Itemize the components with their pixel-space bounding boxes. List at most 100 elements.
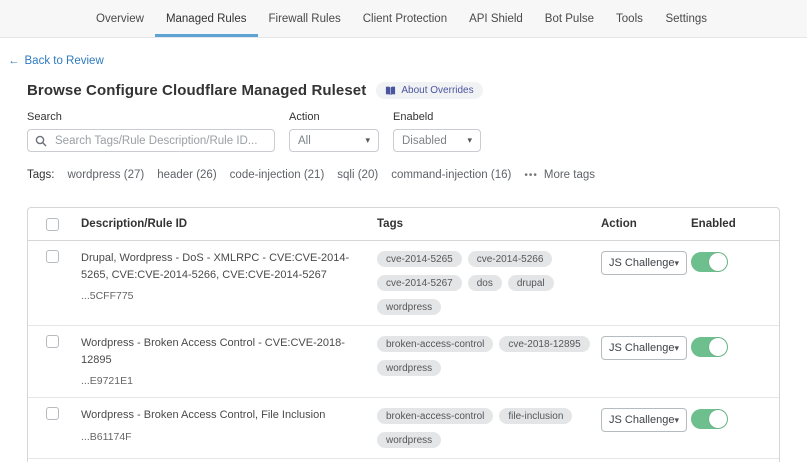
rule-id: ...B61174F bbox=[81, 431, 377, 443]
row-checkbox-cell bbox=[28, 407, 81, 420]
rule-id: ...E9721E1 bbox=[81, 375, 377, 387]
more-tags-link[interactable]: ••• More tags bbox=[524, 169, 595, 181]
rule-tags-cell: broken-access-control cve-2018-12895 wordp… bbox=[377, 336, 601, 376]
row-checkbox-cell bbox=[28, 250, 81, 263]
tag-pill: cve-2018-12895 bbox=[499, 336, 589, 352]
book-icon bbox=[385, 86, 396, 96]
rule-enabled-cell bbox=[691, 250, 777, 272]
tab-firewall-rules[interactable]: Firewall Rules bbox=[258, 0, 352, 37]
chevron-down-icon: ▾ bbox=[674, 415, 679, 426]
rule-tags-cell: broken-access-control file-inclusion wordp… bbox=[377, 408, 601, 448]
table-body: Drupal, Wordpress - DoS - XMLRPC - CVE:C… bbox=[28, 241, 779, 462]
search-label: Search bbox=[27, 111, 275, 123]
action-select[interactable]: JS Challenge▾ bbox=[601, 336, 687, 360]
col-header-description: Description/Rule ID bbox=[81, 218, 377, 230]
action-filter-value: All bbox=[298, 135, 311, 147]
tag-filter-wordpress-27[interactable]: wordpress (27) bbox=[68, 169, 145, 181]
tab-client-protection[interactable]: Client Protection bbox=[352, 0, 458, 37]
action-select[interactable]: JS Challenge▾ bbox=[601, 251, 687, 275]
enabled-toggle[interactable] bbox=[691, 252, 728, 272]
action-select[interactable]: JS Challenge▾ bbox=[601, 408, 687, 432]
chevron-down-icon: ▾ bbox=[365, 135, 370, 146]
action-select-value: JS Challenge bbox=[609, 257, 674, 269]
rule-description: Wordpress - Broken Access Control - CVE:… bbox=[81, 335, 377, 368]
page-header: Browse Configure Cloudflare Managed Rule… bbox=[27, 82, 807, 99]
tags-bar-label: Tags: bbox=[27, 169, 55, 181]
col-header-tags: Tags bbox=[377, 218, 601, 230]
rule-enabled-cell bbox=[691, 407, 777, 429]
ellipsis-icon: ••• bbox=[524, 170, 538, 181]
enabled-toggle[interactable] bbox=[691, 337, 728, 357]
chevron-down-icon: ▾ bbox=[467, 135, 472, 146]
tag-filter-links: wordpress (27) header (26) code-injection … bbox=[68, 169, 512, 181]
row-checkbox[interactable] bbox=[46, 335, 59, 348]
tab-tools[interactable]: Tools bbox=[605, 0, 654, 37]
more-tags-label: More tags bbox=[544, 169, 595, 181]
about-overrides-badge[interactable]: About Overrides bbox=[376, 82, 482, 99]
col-header-enabled: Enabled bbox=[691, 218, 777, 230]
toggle-knob bbox=[709, 338, 727, 356]
tag-pill: drupal bbox=[508, 275, 554, 291]
row-checkbox[interactable] bbox=[46, 407, 59, 420]
rule-description-cell: Drupal, Wordpress - DoS - XMLRPC - CVE:C… bbox=[81, 250, 377, 302]
enabled-filter-select[interactable]: Disabled ▾ bbox=[393, 129, 481, 152]
toggle-knob bbox=[709, 253, 727, 271]
rule-action-cell: JS Challenge▾ bbox=[601, 335, 691, 360]
select-all-checkbox[interactable] bbox=[46, 218, 59, 231]
action-filter-group: Action All ▾ bbox=[289, 111, 379, 152]
rule-description: Wordpress - Broken Access Control, File … bbox=[81, 407, 377, 424]
table-row: Wordpress - Broken Access Control - CVE:… bbox=[28, 326, 779, 398]
tag-pill: file-inclusion bbox=[499, 408, 572, 424]
rule-enabled-cell bbox=[691, 335, 777, 357]
col-header-action: Action bbox=[601, 218, 691, 230]
chevron-down-icon: ▾ bbox=[674, 258, 679, 269]
managed-ruleset-page: OverviewManaged RulesFirewall RulesClien… bbox=[0, 0, 807, 462]
rule-description: Drupal, Wordpress - DoS - XMLRPC - CVE:C… bbox=[81, 250, 377, 283]
tag-pill: cve-2014-5266 bbox=[468, 251, 553, 267]
tag-pill: dos bbox=[468, 275, 502, 291]
toggle-knob bbox=[709, 410, 727, 428]
rule-action-cell: JS Challenge▾ bbox=[601, 250, 691, 275]
enabled-filter-value: Disabled bbox=[402, 135, 447, 147]
about-overrides-label: About Overrides bbox=[401, 85, 473, 96]
rule-action-cell: JS Challenge▾ bbox=[601, 407, 691, 432]
tab-managed-rules[interactable]: Managed Rules bbox=[155, 0, 258, 37]
rule-description-cell: Wordpress - Broken Access Control, File … bbox=[81, 407, 377, 443]
page-title: Browse Configure Cloudflare Managed Rule… bbox=[27, 82, 366, 99]
tag-pill: broken-access-control bbox=[377, 408, 493, 424]
tab-settings[interactable]: Settings bbox=[665, 0, 707, 37]
action-filter-label: Action bbox=[289, 111, 379, 123]
tag-filter-command-injection-16[interactable]: command-injection (16) bbox=[391, 169, 511, 181]
top-nav: OverviewManaged RulesFirewall RulesClien… bbox=[0, 0, 807, 38]
rule-id: ...5CFF775 bbox=[81, 290, 377, 302]
table-header-row: Description/Rule ID Tags Action Enabled bbox=[28, 208, 779, 241]
action-select-value: JS Challenge bbox=[609, 414, 674, 426]
filter-bar: Search Action All ▾ Enabeld Disabled ▾ bbox=[27, 111, 807, 152]
row-checkbox[interactable] bbox=[46, 250, 59, 263]
tab-bot-pulse[interactable]: Bot Pulse bbox=[534, 0, 605, 37]
nav-tabs: OverviewManaged RulesFirewall RulesClien… bbox=[85, 0, 654, 37]
tag-filter-header-26[interactable]: header (26) bbox=[157, 169, 216, 181]
search-group: Search bbox=[27, 111, 275, 152]
back-to-review-link[interactable]: ← Back to Review bbox=[8, 55, 104, 67]
tag-filter-code-injection-21[interactable]: code-injection (21) bbox=[230, 169, 325, 181]
back-link-label: Back to Review bbox=[25, 55, 104, 67]
tab-overview[interactable]: Overview bbox=[85, 0, 155, 37]
tag-pill: cve-2014-5267 bbox=[377, 275, 462, 291]
action-filter-select[interactable]: All ▾ bbox=[289, 129, 379, 152]
rule-description-cell: Wordpress - Broken Access Control - CVE:… bbox=[81, 335, 377, 387]
tab-api-shield[interactable]: API Shield bbox=[458, 0, 534, 37]
enabled-toggle[interactable] bbox=[691, 409, 728, 429]
rules-table: Description/Rule ID Tags Action Enabled … bbox=[27, 207, 780, 462]
search-icon bbox=[35, 134, 47, 152]
search-input[interactable] bbox=[27, 129, 275, 152]
tag-pill: cve-2014-5265 bbox=[377, 251, 462, 267]
tag-filter-sqli-20[interactable]: sqli (20) bbox=[337, 169, 378, 181]
tag-pill: wordpress bbox=[377, 432, 441, 448]
table-row: Drupal, Wordpress - DoS - XMLRPC - CVE:C… bbox=[28, 241, 779, 326]
tag-pill: broken-access-control bbox=[377, 336, 493, 352]
enabled-filter-label: Enabeld bbox=[393, 111, 481, 123]
enabled-filter-group: Enabeld Disabled ▾ bbox=[393, 111, 481, 152]
tag-pill: wordpress bbox=[377, 299, 441, 315]
tag-pill: wordpress bbox=[377, 360, 441, 376]
